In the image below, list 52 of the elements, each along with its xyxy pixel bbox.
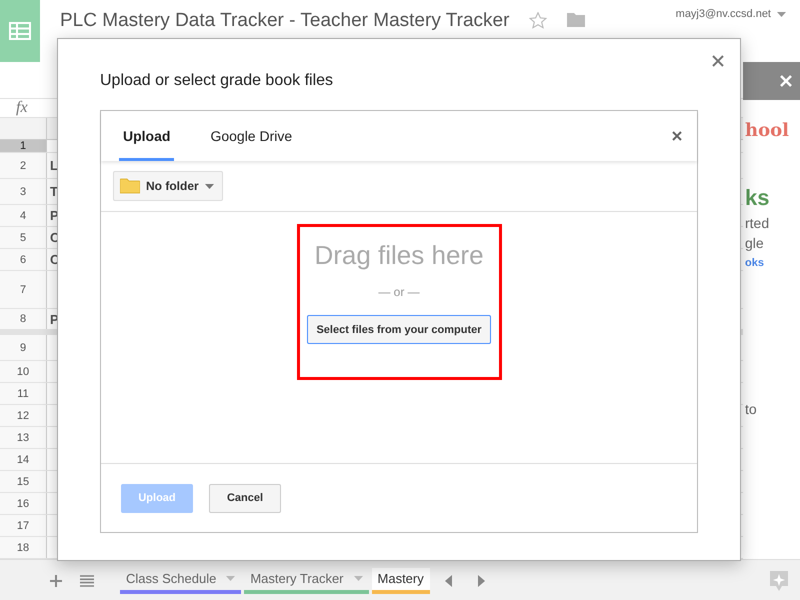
row-number[interactable]: 11 — [0, 383, 47, 404]
select-files-button[interactable]: Select files from your computer — [307, 315, 491, 344]
caret-icon[interactable] — [226, 576, 236, 581]
caret-icon[interactable] — [777, 12, 786, 16]
sheet-tab[interactable]: Mastery — [372, 568, 430, 594]
close-icon[interactable] — [712, 55, 724, 67]
brand-text: hool — [745, 120, 789, 141]
close-icon[interactable] — [672, 131, 682, 141]
sidebar-heading: ks — [745, 185, 770, 211]
scroll-right-icon[interactable] — [476, 574, 485, 586]
row-number[interactable]: 5 — [0, 227, 47, 248]
scroll-left-icon[interactable] — [444, 574, 453, 586]
sidebar-link[interactable]: oks — [745, 257, 764, 269]
row-number[interactable]: 7 — [0, 271, 47, 308]
formula-label: fx — [16, 99, 28, 117]
row-number[interactable]: 18 — [0, 537, 47, 558]
row-number[interactable]: 4 — [0, 205, 47, 226]
row-number[interactable]: 12 — [0, 405, 47, 426]
dialog-title: Upload or select grade book files — [100, 72, 334, 90]
account-email[interactable]: mayj3@nv.ccsd.net — [676, 8, 771, 20]
table-icon — [9, 22, 31, 40]
sidebar-text: to — [745, 401, 757, 417]
sheets-logo[interactable] — [0, 0, 40, 62]
row-number[interactable]: 2 — [0, 153, 47, 178]
folder-dropdown[interactable]: No folder — [113, 171, 223, 201]
cancel-button[interactable]: Cancel — [209, 484, 281, 512]
folder-icon[interactable] — [567, 12, 586, 27]
star-icon[interactable] — [529, 12, 548, 29]
row-number[interactable]: 8 — [0, 309, 47, 329]
sidebar-text: gle — [745, 235, 764, 251]
sidebar-text: rted — [745, 215, 770, 231]
tab[interactable]: Upload — [119, 111, 174, 161]
list-icon[interactable] — [80, 574, 94, 586]
separator-text: — or — — [378, 285, 420, 299]
row-number[interactable]: 1 — [0, 140, 47, 152]
caret-icon — [204, 184, 214, 188]
add-sheet-icon[interactable] — [50, 574, 62, 586]
row-number[interactable]: 14 — [0, 449, 47, 470]
document-title[interactable]: PLC Mastery Data Tracker - Teacher Mastery Tracker — [60, 10, 510, 32]
row-number[interactable]: 13 — [0, 427, 47, 448]
row-number[interactable]: 9 — [0, 335, 47, 360]
caret-icon[interactable] — [354, 576, 363, 581]
row-number[interactable]: 17 — [0, 515, 47, 536]
row-number[interactable]: 10 — [0, 361, 47, 382]
drop-zone-heading: Drag files here — [314, 240, 484, 271]
tab[interactable]: Google Drive — [206, 111, 296, 161]
row-number[interactable]: 16 — [0, 493, 47, 514]
row-number[interactable]: 15 — [0, 471, 47, 492]
table-cell-text: L — [49, 157, 58, 175]
row-number[interactable]: 6 — [0, 249, 47, 270]
folder-icon — [120, 178, 140, 194]
row-number[interactable]: 3 — [0, 179, 47, 204]
